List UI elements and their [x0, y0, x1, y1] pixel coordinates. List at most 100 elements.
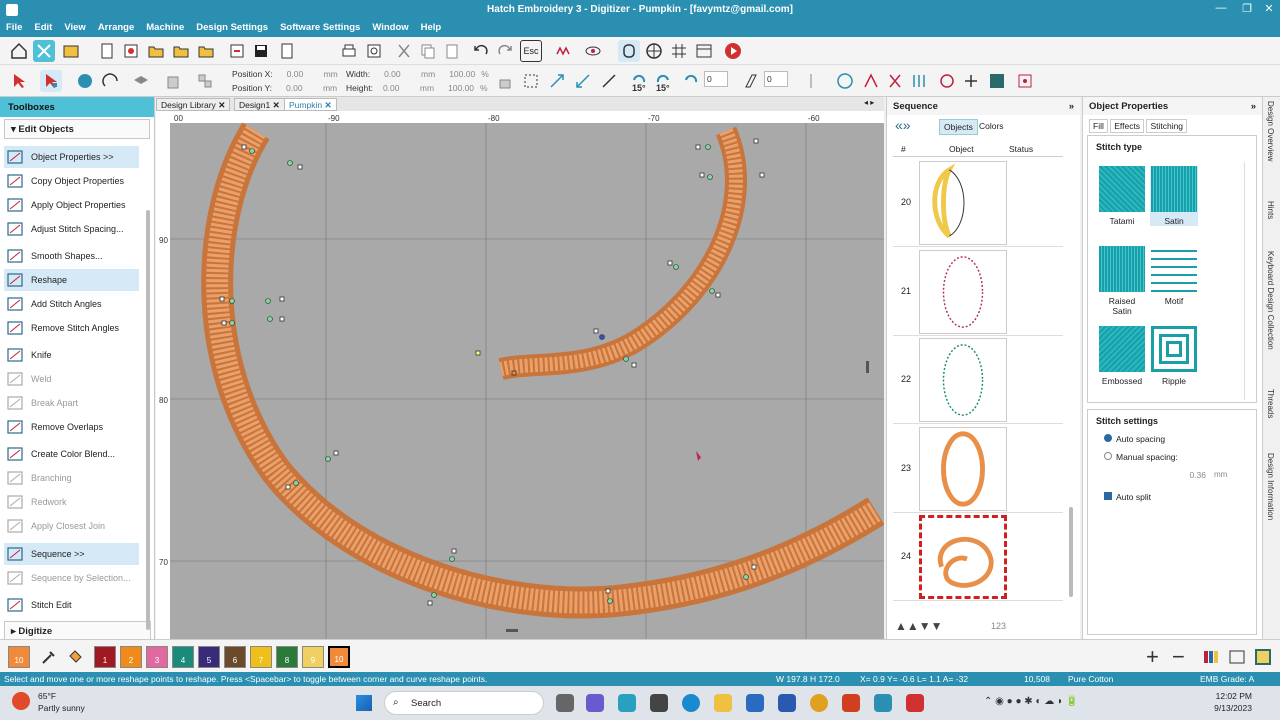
word-icon[interactable]: [778, 694, 796, 712]
align-icon[interactable]: [194, 70, 216, 92]
menu-design-settings[interactable]: Design Settings: [190, 20, 274, 35]
tool-smooth-shapes[interactable]: Smooth Shapes...: [4, 245, 139, 267]
tool-branching[interactable]: Branching: [4, 467, 139, 489]
tool-break-apart[interactable]: Break Apart: [4, 392, 139, 414]
new-template-icon[interactable]: [120, 40, 142, 62]
remove-color-icon[interactable]: −: [1172, 644, 1185, 670]
eyedropper-icon[interactable]: [38, 646, 60, 668]
weather-icon[interactable]: [12, 692, 30, 710]
color-chip-4[interactable]: 4: [172, 646, 194, 668]
clock-time[interactable]: 12:02 PM: [1208, 691, 1252, 701]
app-icon[interactable]: [842, 694, 860, 712]
tool-copy-object-properties[interactable]: Copy Object Properties: [4, 170, 139, 192]
minimize-icon[interactable]: —: [1210, 2, 1232, 14]
tab-fill[interactable]: Fill: [1089, 119, 1108, 133]
color-chip-5[interactable]: 5: [198, 646, 220, 668]
color-chip-10[interactable]: 10: [328, 646, 350, 668]
appliqué-icon[interactable]: [936, 70, 958, 92]
shape-fill-icon[interactable]: [74, 70, 96, 92]
close-icon[interactable]: ✕: [273, 100, 280, 110]
manual-spacing-radio[interactable]: [1104, 452, 1112, 460]
menu-window[interactable]: Window: [366, 20, 414, 35]
tool-sequence-by-selection[interactable]: Sequence by Selection...: [4, 567, 139, 589]
restore-icon[interactable]: ❐: [1236, 2, 1258, 15]
sequence-counter[interactable]: 123: [991, 621, 1006, 631]
open-icon[interactable]: [145, 40, 167, 62]
rotate-icon[interactable]: [680, 70, 702, 92]
tool-apply-closest-join[interactable]: Apply Closest Join: [4, 515, 139, 537]
auto-trace-icon[interactable]: [860, 70, 882, 92]
collapse-icon[interactable]: »: [1069, 101, 1074, 112]
sequence-thumbnail[interactable]: [919, 338, 1007, 422]
stitch-angles-icon[interactable]: [908, 70, 930, 92]
side-tab-threads[interactable]: Threads: [1266, 389, 1275, 418]
digitize-section[interactable]: ▸ Digitize: [4, 621, 151, 641]
redo-icon[interactable]: [494, 40, 516, 62]
toolboxes-scrollbar[interactable]: [146, 210, 150, 630]
app-icon[interactable]: [906, 694, 924, 712]
sequence-thumbnail[interactable]: [919, 515, 1007, 599]
sequence-move-icons[interactable]: ▲▲▼▼: [895, 619, 943, 633]
side-tab-keyboard-design-collection[interactable]: Keyboard Design Collection: [1266, 251, 1275, 350]
library-icon[interactable]: [60, 40, 82, 62]
home-icon[interactable]: [8, 40, 30, 62]
grid-globe-icon[interactable]: [643, 40, 665, 62]
paint-bucket-icon[interactable]: [64, 646, 86, 668]
tray-icons[interactable]: ⌃ ◉ ● ● ✱ ◐ ☁ ◗ 🔋: [984, 696, 1078, 707]
tool-apply-object-properties[interactable]: Apply Object Properties: [4, 194, 139, 216]
undo-icon[interactable]: [470, 40, 492, 62]
auto-spacing-radio[interactable]: [1104, 434, 1112, 442]
canvas-splitter[interactable]: [866, 361, 869, 373]
export-icon[interactable]: [276, 40, 298, 62]
tool-stitch-edit[interactable]: Stitch Edit: [4, 594, 139, 616]
tab-scroll-icon[interactable]: ◂ ▸: [864, 98, 874, 107]
menu-arrange[interactable]: Arrange: [92, 20, 140, 35]
sequence-row[interactable]: 22: [893, 336, 1063, 424]
color-chip-6[interactable]: 6: [224, 646, 246, 668]
shape-outline-icon[interactable]: [100, 70, 122, 92]
color-chip-3[interactable]: 3: [146, 646, 168, 668]
collapse-icon[interactable]: »: [1251, 101, 1256, 112]
tab-design-library[interactable]: Design Library ✕: [156, 98, 231, 111]
manual-spacing-input[interactable]: 0.36: [1168, 468, 1208, 482]
sequence-thumbnail[interactable]: [919, 426, 1007, 511]
auto-split-checkbox[interactable]: [1104, 492, 1112, 500]
copy-icon[interactable]: [417, 40, 439, 62]
trim-icon[interactable]: [884, 70, 906, 92]
mirror-icon[interactable]: [800, 70, 822, 92]
sequence-row[interactable]: 23: [893, 425, 1063, 513]
center-icon[interactable]: [1014, 70, 1036, 92]
color-chip-9[interactable]: 9: [302, 646, 324, 668]
weather-temp[interactable]: 65°F: [38, 691, 56, 701]
tool-create-color-blend[interactable]: Create Color Blend...: [4, 443, 139, 465]
sew-out-icon[interactable]: [960, 70, 982, 92]
thread-chart-icon[interactable]: [1200, 646, 1222, 668]
clock-date[interactable]: 9/13/2023: [1208, 703, 1252, 713]
stitch-ripple[interactable]: Ripple: [1150, 326, 1198, 386]
height-input[interactable]: 0.00: [383, 83, 400, 93]
delete-icon[interactable]: [162, 70, 184, 92]
save-icon[interactable]: [250, 40, 272, 62]
tool-sequence[interactable]: Sequence >>: [4, 543, 139, 565]
mail-icon[interactable]: [746, 694, 764, 712]
taskbar-search[interactable]: ⌕ Search: [384, 691, 544, 715]
menu-file[interactable]: File: [0, 20, 28, 35]
stitch-motif[interactable]: Motif: [1150, 246, 1198, 306]
import-icon[interactable]: [226, 40, 248, 62]
sequence-nav-icon[interactable]: «»: [895, 117, 911, 133]
menu-view[interactable]: View: [58, 20, 91, 35]
menu-machine[interactable]: Machine: [140, 20, 190, 35]
print-preview-icon[interactable]: [363, 40, 385, 62]
add-color-icon[interactable]: +: [1146, 644, 1159, 670]
task-view-icon[interactable]: [556, 694, 574, 712]
rotate-angle-input[interactable]: 0: [704, 71, 728, 87]
position-x-input[interactable]: 0.00: [287, 69, 304, 79]
transform-icon[interactable]: [520, 70, 542, 92]
menu-software-settings[interactable]: Software Settings: [274, 20, 366, 35]
tool-weld[interactable]: Weld: [4, 368, 139, 390]
tool-reshape[interactable]: Reshape: [4, 269, 139, 291]
tool-remove-overlaps[interactable]: Remove Overlaps: [4, 416, 139, 438]
color-chip-8[interactable]: 8: [276, 646, 298, 668]
print-icon[interactable]: [338, 40, 360, 62]
esc-button[interactable]: Esc: [520, 40, 542, 62]
